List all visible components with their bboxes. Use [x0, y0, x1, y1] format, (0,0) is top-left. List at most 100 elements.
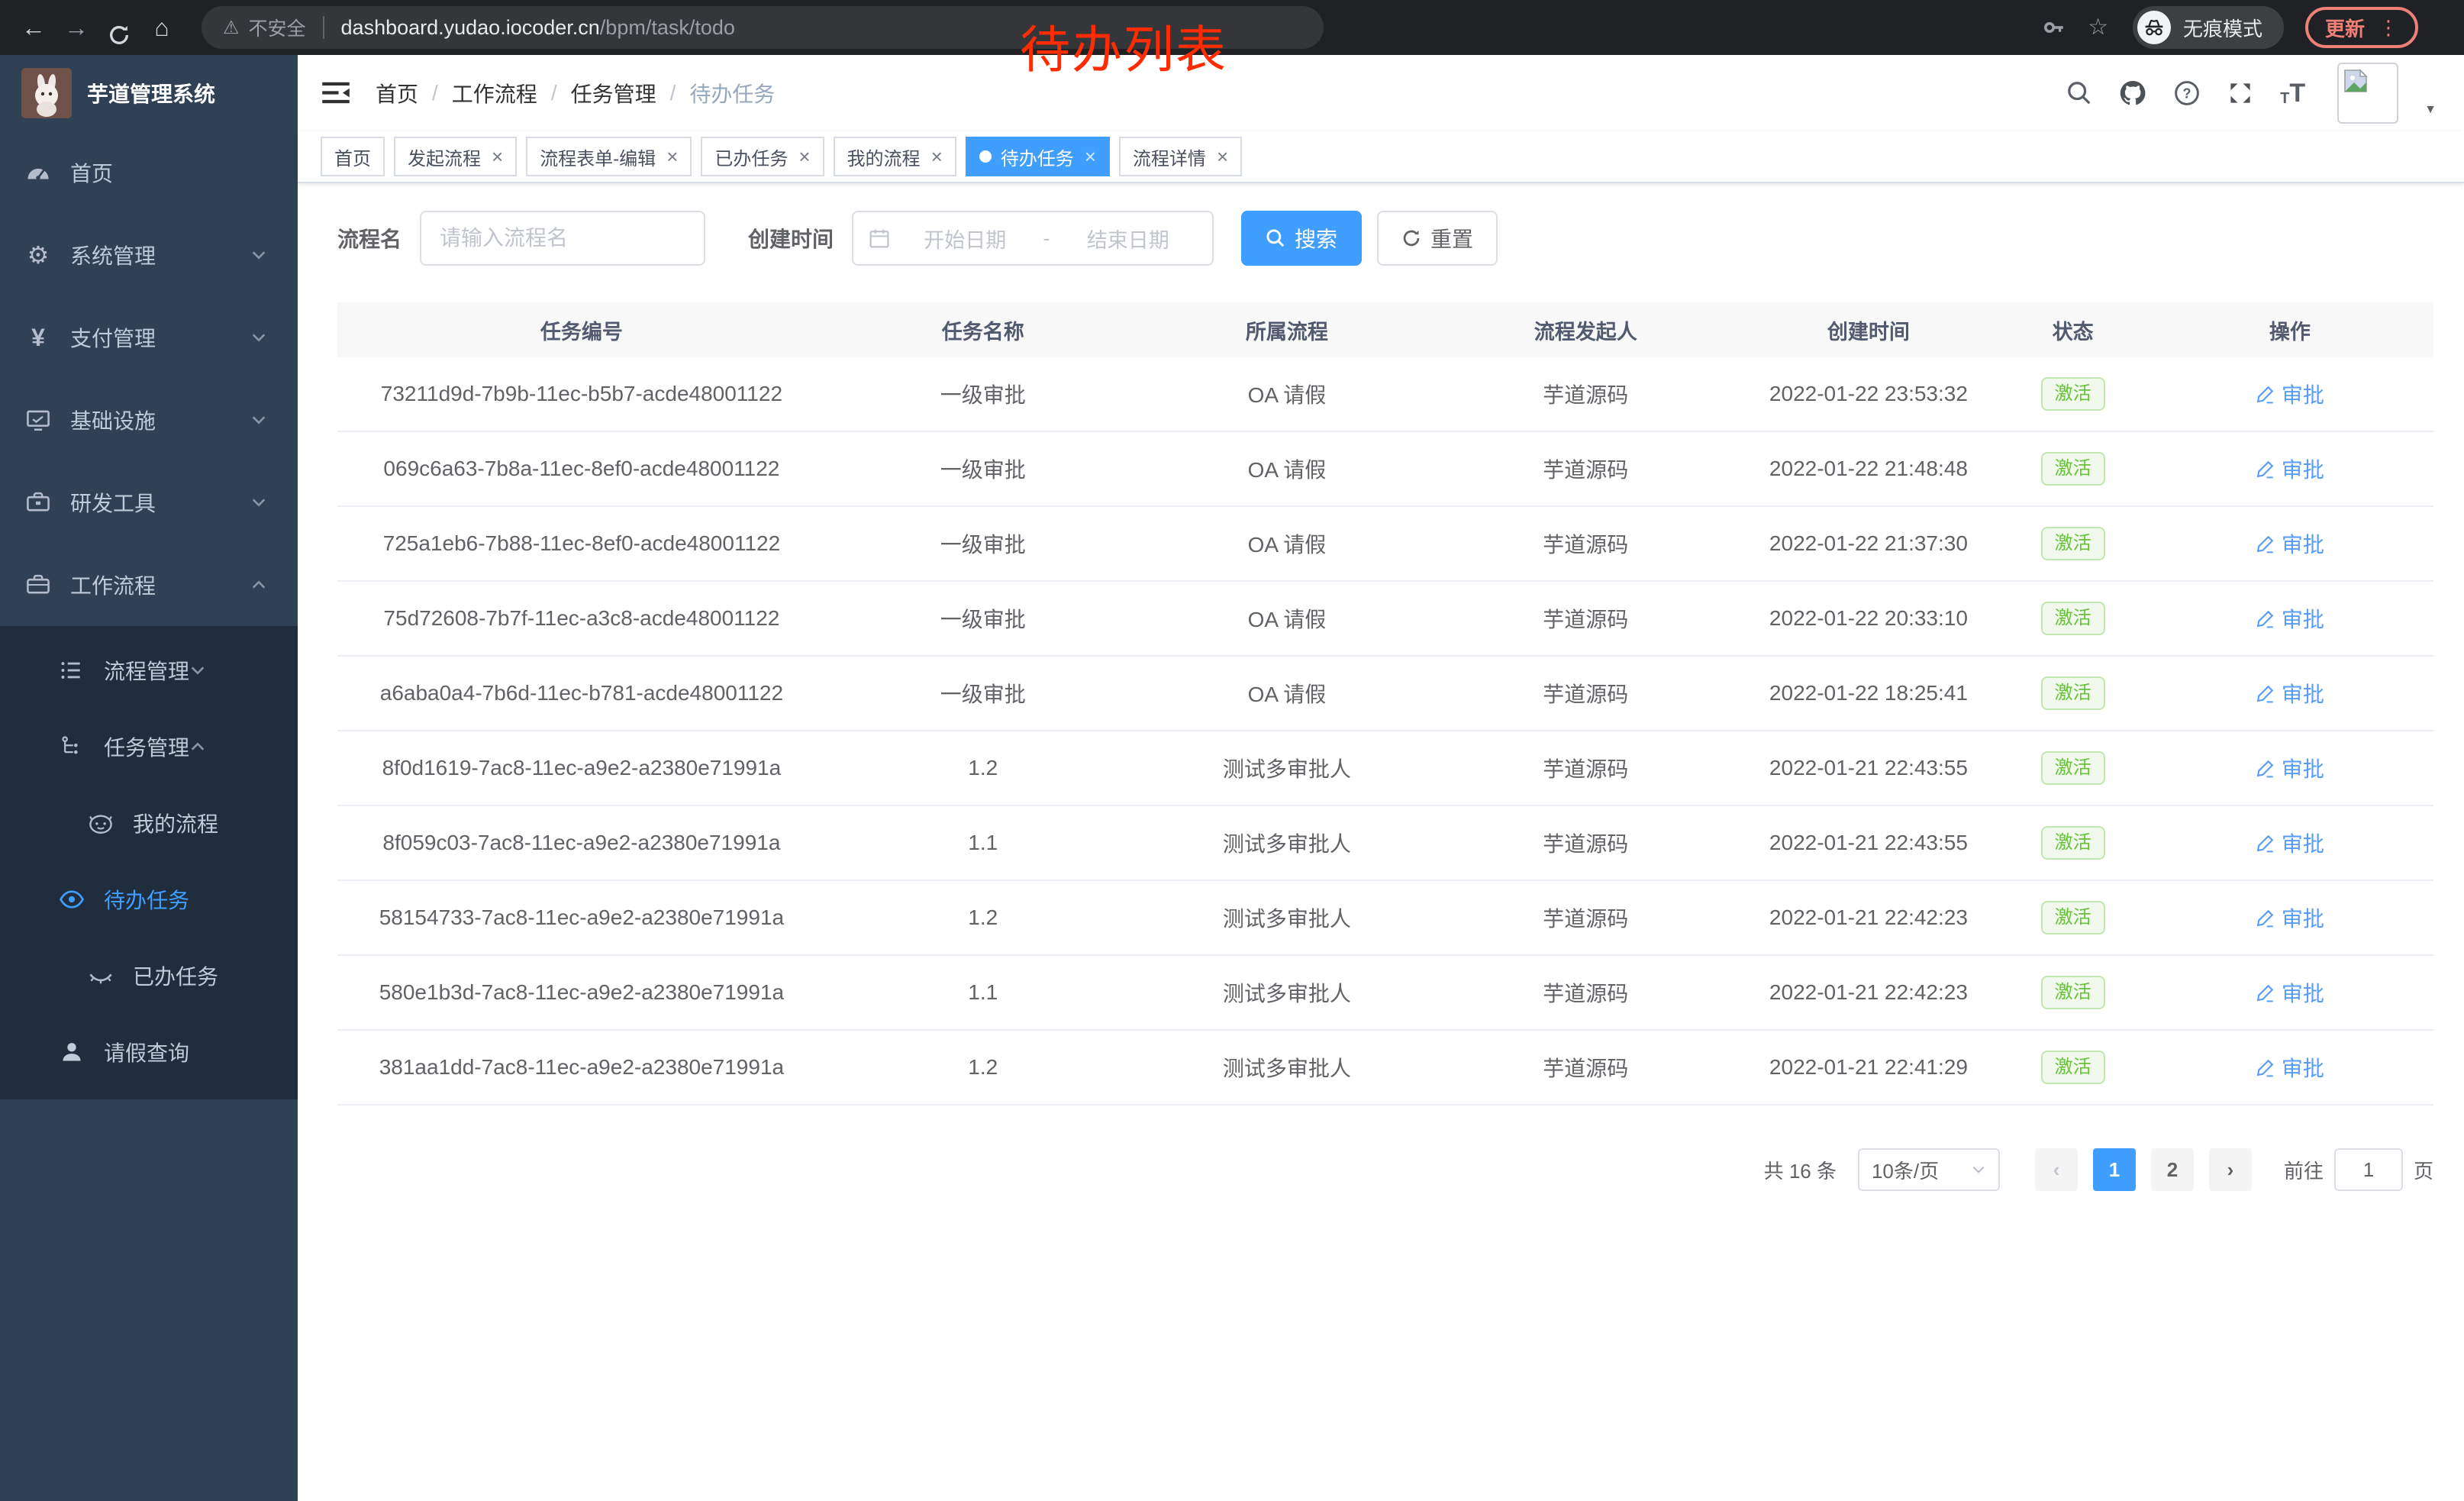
help-icon[interactable]: ?: [2173, 79, 2201, 107]
security-warning[interactable]: ⚠ 不安全: [223, 14, 306, 41]
logo-row[interactable]: 芋道管理系统: [0, 55, 298, 131]
approve-link[interactable]: 审批: [2256, 902, 2324, 933]
sidebar-item-payment[interactable]: ¥ 支付管理: [0, 296, 298, 379]
sidebar: 芋道管理系统 首页 ⚙ 系统管理 ¥ 支付管理 基础设施: [0, 55, 298, 1501]
tab-close-icon[interactable]: ×: [492, 147, 503, 166]
font-size-icon[interactable]: TT: [2280, 80, 2305, 106]
goto-label: 前往: [2284, 1156, 2324, 1184]
approve-link[interactable]: 审批: [2256, 528, 2324, 559]
sidebar-item-infrastructure[interactable]: 基础设施: [0, 379, 298, 461]
column-header: 操作: [2146, 315, 2433, 345]
search-icon[interactable]: [2066, 80, 2092, 106]
approve-link[interactable]: 审批: [2256, 603, 2324, 634]
reload-icon[interactable]: [98, 8, 140, 47]
approve-link[interactable]: 审批: [2256, 1052, 2324, 1083]
task-name-cell: 1.2: [826, 756, 1140, 780]
sidebar-item-system[interactable]: ⚙ 系统管理: [0, 214, 298, 296]
approve-link[interactable]: 审批: [2256, 454, 2324, 484]
sidebar-item-home[interactable]: 首页: [0, 131, 298, 214]
process-cell: OA 请假: [1140, 603, 1434, 634]
sidebar-item-task-management[interactable]: 任务管理: [0, 709, 298, 785]
bookmark-star-icon[interactable]: ☆: [2088, 0, 2108, 55]
reset-button[interactable]: 重置: [1377, 211, 1498, 266]
navbar: 首页 / 工作流程 / 任务管理 / 待办任务 ?: [298, 55, 2464, 131]
sidebar-item-leave-query[interactable]: 请假查询: [0, 1014, 298, 1090]
sidebar-item-done-tasks[interactable]: 已办任务: [0, 938, 298, 1014]
page-size-select[interactable]: 10条/页: [1858, 1148, 2000, 1191]
sidebar-item-devtools[interactable]: 研发工具: [0, 461, 298, 544]
breadcrumb-home[interactable]: 首页: [376, 78, 418, 108]
process-cell: 测试多审批人: [1140, 977, 1434, 1008]
github-icon[interactable]: [2118, 79, 2147, 108]
time-cell: 2022-01-22 18:25:41: [1737, 681, 1999, 705]
tab-我的流程[interactable]: 我的流程×: [834, 137, 956, 176]
breadcrumb-current: 待办任务: [689, 78, 775, 108]
date-range-picker[interactable]: 开始日期 - 结束日期: [852, 211, 1214, 266]
table-header: 任务编号任务名称所属流程流程发起人创建时间状态操作: [337, 302, 2433, 357]
process-cell: 测试多审批人: [1140, 1052, 1434, 1083]
task-name-cell: 一级审批: [826, 454, 1140, 484]
approve-link[interactable]: 审批: [2256, 379, 2324, 409]
sidebar-item-workflow[interactable]: 工作流程: [0, 544, 298, 626]
time-cell: 2022-01-22 20:33:10: [1737, 606, 1999, 631]
approve-link[interactable]: 审批: [2256, 828, 2324, 858]
approve-link[interactable]: 审批: [2256, 753, 2324, 783]
collapse-menu-icon[interactable]: [322, 81, 350, 105]
dashboard-icon: [21, 160, 55, 186]
next-page-button[interactable]: ›: [2209, 1148, 2252, 1191]
forward-icon[interactable]: →: [55, 0, 98, 55]
key-icon[interactable]: [2042, 15, 2066, 40]
column-header: 创建时间: [1737, 315, 1999, 345]
eye-closed-icon: [84, 963, 118, 989]
process-name-input[interactable]: [420, 211, 705, 266]
sidebar-item-process-management[interactable]: 流程管理: [0, 632, 298, 709]
tab-流程详情[interactable]: 流程详情×: [1119, 137, 1242, 176]
update-button[interactable]: 更新 ⋮: [2305, 7, 2418, 48]
monitor-icon: [21, 407, 55, 433]
column-header: 流程发起人: [1434, 315, 1737, 345]
goto-page-input[interactable]: [2334, 1148, 2403, 1191]
tab-close-icon[interactable]: ×: [1217, 147, 1228, 166]
approve-link[interactable]: 审批: [2256, 977, 2324, 1008]
status-badge: 激活: [2041, 676, 2105, 711]
task-name-cell: 1.2: [826, 1055, 1140, 1080]
home-icon[interactable]: ⌂: [140, 0, 183, 55]
browser-menu-icon[interactable]: ⋮: [2379, 16, 2398, 40]
column-header: 所属流程: [1140, 315, 1434, 345]
page-button-1[interactable]: 1: [2093, 1148, 2136, 1191]
chevron-down-icon: [250, 412, 267, 428]
task-name-cell: 一级审批: [826, 603, 1140, 634]
avatar-caret-icon[interactable]: ▼: [2424, 103, 2437, 117]
sidebar-item-todo-tasks[interactable]: 待办任务: [0, 861, 298, 938]
task-id-cell: 75d72608-7b7f-11ec-a3c8-acde48001122: [337, 606, 826, 631]
svg-text:?: ?: [2183, 86, 2191, 101]
prev-page-button[interactable]: ‹: [2035, 1148, 2078, 1191]
tab-close-icon[interactable]: ×: [1085, 147, 1096, 166]
sidebar-item-my-process[interactable]: 我的流程: [0, 785, 298, 861]
user-icon: [55, 1040, 89, 1064]
tab-已办任务[interactable]: 已办任务×: [701, 137, 824, 176]
tab-待办任务[interactable]: 待办任务×: [966, 137, 1110, 176]
tab-close-icon[interactable]: ×: [931, 147, 943, 166]
breadcrumb-workflow[interactable]: 工作流程: [452, 78, 537, 108]
tab-流程表单-编辑[interactable]: 流程表单-编辑×: [526, 137, 692, 176]
fullscreen-icon[interactable]: [2227, 79, 2254, 107]
tab-close-icon[interactable]: ×: [798, 147, 810, 166]
task-table: 任务编号任务名称所属流程流程发起人创建时间状态操作 73211d9d-7b9b-…: [337, 302, 2433, 1106]
time-cell: 2022-01-21 22:43:55: [1737, 831, 1999, 855]
avatar[interactable]: [2337, 63, 2398, 124]
search-button[interactable]: 搜索: [1241, 211, 1362, 266]
approve-link[interactable]: 审批: [2256, 678, 2324, 709]
back-icon[interactable]: ←: [12, 0, 55, 55]
tab-首页[interactable]: 首页: [321, 137, 385, 176]
tab-close-icon[interactable]: ×: [666, 147, 678, 166]
chevron-down-icon: [250, 494, 267, 511]
page-button-2[interactable]: 2: [2151, 1148, 2194, 1191]
tag-view-bar: 首页发起流程×流程表单-编辑×已办任务× 我的流程× 待办任务×流程详情×: [298, 131, 2464, 183]
breadcrumb-task-management[interactable]: 任务管理: [571, 78, 656, 108]
tab-发起流程[interactable]: 发起流程×: [394, 137, 517, 176]
address-bar[interactable]: ⚠ 不安全 dashboard.yudao.iocoder.cn/bpm/tas…: [202, 6, 1324, 49]
task-name-cell: 一级审批: [826, 379, 1140, 409]
time-cell: 2022-01-21 22:41:29: [1737, 1055, 1999, 1080]
chevron-down-icon: [250, 247, 267, 263]
